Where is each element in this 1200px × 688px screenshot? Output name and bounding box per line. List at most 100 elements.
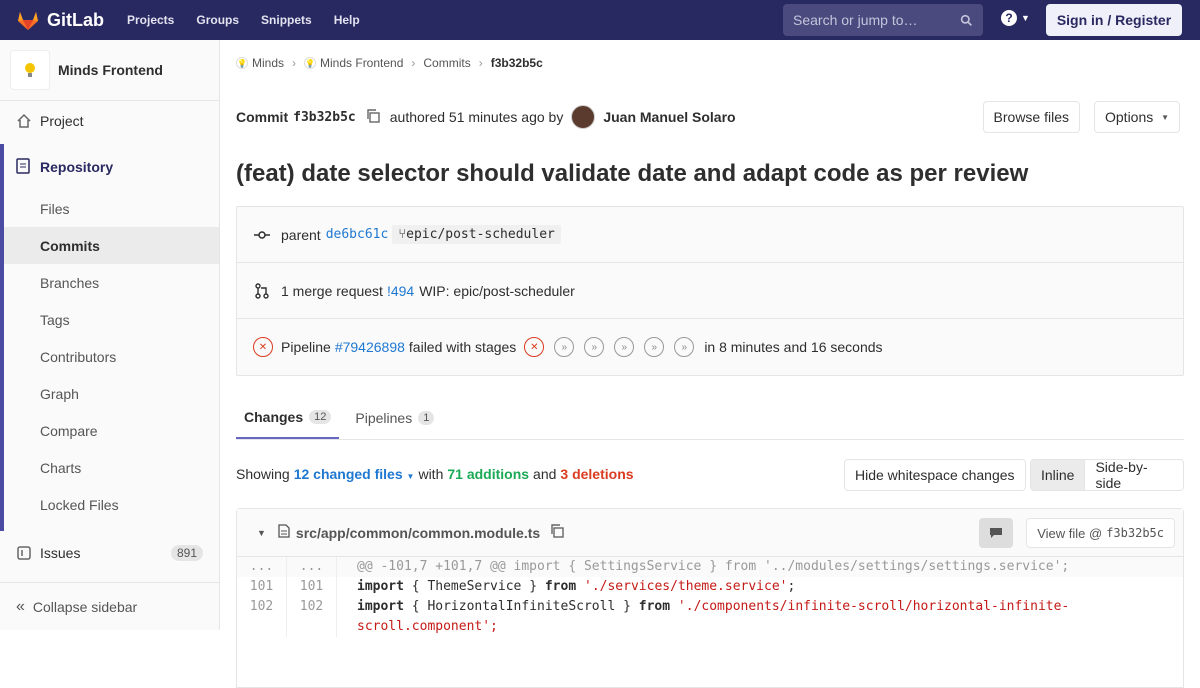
code-text: { HorizontalInfiniteScroll } bbox=[403, 599, 639, 614]
copy-icon[interactable] bbox=[366, 108, 380, 126]
breadcrumb-commits[interactable]: Commits bbox=[423, 56, 470, 70]
side-by-side-view-button[interactable]: Side-by-side bbox=[1085, 459, 1184, 491]
nav-projects[interactable]: Projects bbox=[127, 13, 174, 27]
nav-help[interactable]: Help bbox=[334, 13, 360, 27]
code-text: { ThemeService } bbox=[403, 579, 545, 594]
stage-skipped-icon[interactable]: » bbox=[584, 337, 605, 357]
stage-skipped-icon[interactable]: » bbox=[644, 337, 665, 357]
options-dropdown[interactable]: Options ▼ bbox=[1094, 101, 1180, 133]
breadcrumb-label: Minds Frontend bbox=[320, 56, 404, 70]
search-input[interactable]: Search or jump to… bbox=[783, 4, 983, 36]
comment-button[interactable] bbox=[979, 518, 1013, 548]
sidebar-item-graph[interactable]: Graph bbox=[4, 375, 219, 412]
sidebar-item-tags[interactable]: Tags bbox=[4, 301, 219, 338]
pipeline-failed-icon[interactable]: ✕ bbox=[253, 337, 273, 357]
collapse-sidebar-button[interactable]: « Collapse sidebar bbox=[0, 582, 219, 630]
stage-skipped-icon[interactable]: » bbox=[554, 337, 575, 357]
pipeline-link[interactable]: #79426898 bbox=[335, 339, 405, 355]
commit-header: Commit f3b32b5c authored 51 minutes ago … bbox=[236, 101, 1184, 133]
nav-snippets[interactable]: Snippets bbox=[261, 13, 312, 27]
sidebar-item-commits[interactable]: Commits bbox=[4, 227, 219, 264]
merge-request-link[interactable]: !494 bbox=[387, 283, 414, 299]
merge-request-row: 1 merge request !494 WIP: epic/post-sche… bbox=[237, 263, 1183, 319]
old-line-number[interactable]: 102 bbox=[237, 597, 287, 617]
chevron-right-icon: › bbox=[292, 56, 297, 70]
file-path[interactable]: src/app/common/common.module.ts bbox=[296, 525, 540, 541]
pipeline-duration: in 8 minutes and 16 seconds bbox=[704, 339, 883, 355]
sidebar-project-header[interactable]: Minds Frontend bbox=[0, 40, 219, 101]
gitlab-tanuki-icon bbox=[18, 12, 38, 30]
changes-count-badge: 12 bbox=[309, 409, 332, 424]
sidebar-item-label: Project bbox=[40, 113, 84, 129]
hide-whitespace-button[interactable]: Hide whitespace changes bbox=[844, 459, 1026, 491]
diff-hunk-line: ... ... @@ -101,7 +101,7 @@ import { Set… bbox=[237, 557, 1183, 577]
branch-name: epic/post-scheduler bbox=[406, 227, 555, 242]
sidebar-item-issues[interactable]: Issues 891 bbox=[0, 533, 219, 573]
diff-line-wrap: scroll.component'; bbox=[237, 617, 1183, 637]
new-line-number[interactable]: 101 bbox=[287, 577, 337, 597]
commit-info-box: parent de6bc61c ⑂epic/post-scheduler 1 m… bbox=[236, 206, 1184, 376]
browse-files-button[interactable]: Browse files bbox=[982, 101, 1080, 133]
comment-icon bbox=[990, 528, 1002, 538]
double-chevron-left-icon: « bbox=[16, 597, 25, 615]
new-line-number: ... bbox=[287, 557, 337, 577]
stage-failed-icon[interactable]: ✕ bbox=[524, 337, 545, 357]
code-line: import { ThemeService } from './services… bbox=[337, 577, 795, 597]
inline-view-button[interactable]: Inline bbox=[1030, 459, 1086, 491]
caret-down-icon[interactable]: ▼ bbox=[257, 528, 266, 538]
old-line-number[interactable]: 101 bbox=[237, 577, 287, 597]
breadcrumb-project[interactable]: 💡 Minds Frontend bbox=[304, 56, 403, 70]
parent-row: parent de6bc61c ⑂epic/post-scheduler bbox=[237, 207, 1183, 263]
sidebar-item-files[interactable]: Files bbox=[4, 190, 219, 227]
sidebar-item-compare[interactable]: Compare bbox=[4, 412, 219, 449]
sidebar-item-charts[interactable]: Charts bbox=[4, 449, 219, 486]
issues-icon bbox=[16, 545, 32, 561]
view-file-button[interactable]: View file @ f3b32b5c bbox=[1026, 518, 1175, 548]
parent-label: parent bbox=[281, 226, 321, 243]
copy-icon[interactable] bbox=[550, 524, 564, 541]
sidebar-item-repository[interactable]: Repository bbox=[4, 144, 219, 190]
branch-icon: ⑂ bbox=[398, 227, 407, 242]
sidebar-item-locked-files[interactable]: Locked Files bbox=[4, 486, 219, 523]
pipeline-row: ✕ Pipeline #79426898 failed with stages … bbox=[237, 319, 1183, 375]
breadcrumb-current[interactable]: f3b32b5c bbox=[491, 56, 543, 70]
code-string: './components/infinite-scroll/horizontal… bbox=[677, 599, 1070, 614]
help-dropdown[interactable]: ? ▼ bbox=[1001, 10, 1030, 26]
new-line-number[interactable]: 102 bbox=[287, 597, 337, 617]
brand-name: GitLab bbox=[47, 9, 104, 30]
code-keyword: from bbox=[638, 599, 671, 614]
breadcrumb-minds[interactable]: 💡 Minds bbox=[236, 56, 284, 70]
nav-groups[interactable]: Groups bbox=[196, 13, 239, 27]
tab-changes[interactable]: Changes 12 bbox=[236, 396, 340, 439]
search-icon bbox=[960, 14, 972, 26]
code-keyword: import bbox=[357, 579, 404, 594]
search-placeholder: Search or jump to… bbox=[793, 12, 918, 28]
stage-skipped-icon[interactable]: » bbox=[614, 337, 635, 357]
author-avatar[interactable] bbox=[571, 105, 596, 129]
author-name[interactable]: Juan Manuel Solaro bbox=[603, 109, 735, 125]
issues-count-badge: 891 bbox=[170, 545, 203, 561]
diff-view-toggle: Inline Side-by-side bbox=[1030, 459, 1184, 491]
code-string: scroll.component'; bbox=[357, 619, 498, 634]
sidebar-item-branches[interactable]: Branches bbox=[4, 264, 219, 301]
changed-files-dropdown[interactable]: 12 changed files ▼ bbox=[294, 466, 415, 482]
hunk-header: @@ -101,7 +101,7 @@ import { SettingsSer… bbox=[357, 559, 1070, 574]
parent-sha-link[interactable]: de6bc61c bbox=[326, 227, 389, 242]
diff-file-header: ▼ src/app/common/common.module.ts View f… bbox=[237, 509, 1183, 557]
sidebar-item-project[interactable]: Project bbox=[0, 101, 219, 141]
merge-request-text: 1 merge request bbox=[281, 282, 383, 299]
stage-skipped-icon[interactable]: » bbox=[674, 337, 695, 357]
changed-files-label: 12 changed files bbox=[293, 466, 403, 482]
sidebar-item-contributors[interactable]: Contributors bbox=[4, 338, 219, 375]
summary-with: with bbox=[418, 466, 444, 482]
home-icon bbox=[16, 113, 32, 129]
gitlab-logo[interactable]: GitLab bbox=[16, 0, 104, 40]
sign-in-button[interactable]: Sign in / Register bbox=[1046, 4, 1182, 36]
commit-tabs: Changes 12 Pipelines 1 bbox=[236, 396, 1184, 440]
view-file-sha: f3b32b5c bbox=[1106, 526, 1164, 540]
tab-pipelines[interactable]: Pipelines 1 bbox=[347, 396, 442, 439]
nav-links: Projects Groups Snippets Help bbox=[127, 13, 382, 27]
branch-pill[interactable]: ⑂epic/post-scheduler bbox=[392, 225, 561, 244]
collapse-label: Collapse sidebar bbox=[32, 598, 138, 615]
merge-request-title: WIP: epic/post-scheduler bbox=[419, 282, 575, 299]
